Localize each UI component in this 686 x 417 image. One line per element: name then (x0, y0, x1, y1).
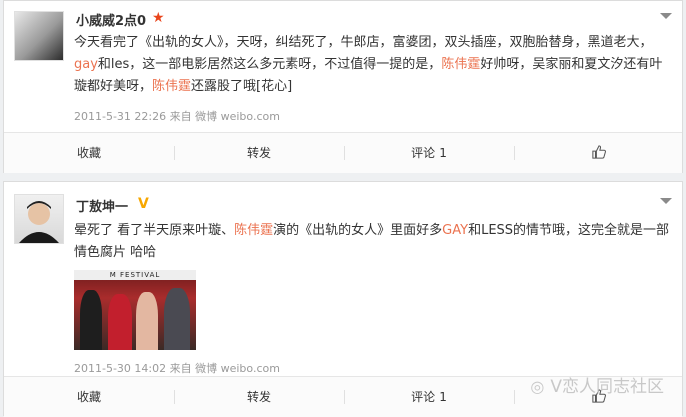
action-bar: 收藏 转发 评论 1 (4, 132, 682, 173)
highlighted-keyword-link[interactable]: 陈伟霆 (441, 57, 480, 72)
highlighted-keyword-link[interactable]: 陈伟霆 (152, 79, 191, 94)
like-button[interactable] (514, 133, 684, 173)
favorite-label: 收藏 (76, 390, 101, 404)
comment-label: 评论 (411, 390, 436, 404)
comment-label: 评论 (411, 146, 436, 160)
chevron-down-icon[interactable] (660, 13, 672, 19)
highlighted-keyword-link[interactable]: GAY (442, 223, 468, 238)
comment-button[interactable]: 评论 1 (344, 377, 514, 417)
user-avatar[interactable] (14, 194, 64, 244)
post-text-segment: 和les，这一部电影居然这么多元素呀，不过值得一提的是， (97, 57, 442, 72)
repost-label: 转发 (246, 390, 271, 404)
post-text: 晕死了 看了半天原来叶璇、陈伟霆演的《出轨的女人》里面好多GAY和LESS的情节… (74, 220, 670, 264)
repost-button[interactable]: 转发 (174, 133, 344, 173)
verified-icon: V (138, 196, 149, 212)
thumbs-up-icon (592, 145, 606, 159)
person-photo (19, 201, 59, 243)
comment-count: 1 (439, 146, 447, 160)
comment-count: 1 (439, 390, 447, 404)
post-meta: 2011-5-31 22:26 来自 微博 weibo.com (74, 110, 280, 123)
repost-label: 转发 (246, 146, 271, 160)
chevron-down-icon[interactable] (660, 198, 672, 204)
post-meta: 2011-5-30 14:02 来自 微博 weibo.com (74, 362, 280, 375)
repost-button[interactable]: 转发 (174, 377, 344, 417)
post-text-segment: 晕死了 看了半天原来叶璇、 (74, 223, 235, 238)
weibo-post-1: 小威威2点0 ★ 今天看完了《出轨的女人》，天呀，纠结死了，牛郎店，富婆团，双头… (3, 0, 683, 173)
favorite-button[interactable]: 收藏 (4, 377, 174, 417)
image-banner-text: M FESTIVAL (74, 270, 196, 280)
comment-button[interactable]: 评论 1 (344, 133, 514, 173)
wechat-icon: ◎ (530, 377, 545, 396)
username[interactable]: 丁敖坤一 (76, 196, 128, 215)
highlighted-keyword-link[interactable]: 陈伟霆 (234, 223, 273, 238)
watermark-text: V恋人同志社区 (550, 377, 664, 397)
favorite-label: 收藏 (76, 146, 101, 160)
wechat-watermark: ◎ V恋人同志社区 (530, 372, 664, 397)
username[interactable]: 小威威2点0 (76, 10, 146, 29)
post-text-segment: 还露股了哦[花心] (191, 79, 293, 94)
post-text-segment: 演的《出轨的女人》里面好多 (273, 223, 443, 238)
favorite-button[interactable]: 收藏 (4, 133, 174, 173)
post-text-segment: 今天看完了《出轨的女人》，天呀，纠结死了，牛郎店，富婆团，双头插座，双胞胎替身，… (74, 35, 653, 50)
star-icon: ★ (152, 10, 165, 26)
highlighted-keyword-link[interactable]: gay (74, 57, 98, 72)
user-avatar[interactable] (14, 11, 64, 61)
post-image[interactable]: M FESTIVAL (74, 270, 196, 350)
post-text: 今天看完了《出轨的女人》，天呀，纠结死了，牛郎店，富婆团，双头插座，双胞胎替身，… (74, 32, 670, 98)
